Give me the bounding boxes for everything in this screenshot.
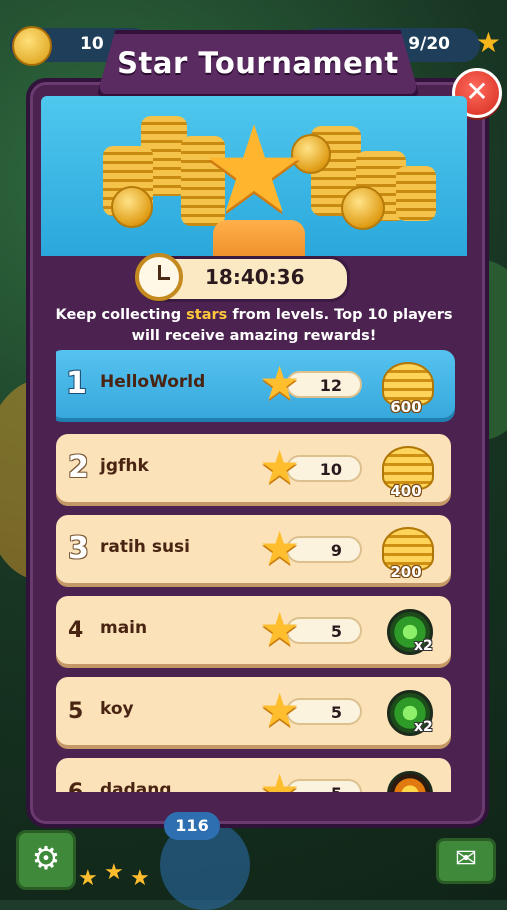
trophy-star-icon: ★ — [200, 101, 308, 240]
rank-number: 3 — [68, 531, 89, 566]
leaderboard-list[interactable]: 1 HelloWorld 12 ★ 600 2 jgfhk 10 ★ 400 3… — [56, 350, 456, 792]
score-value: 5 — [330, 703, 342, 722]
reward-multiplier: x2 — [414, 638, 433, 654]
rank-number: 6 — [68, 780, 83, 792]
countdown-timer: 18:40:36 — [135, 253, 350, 302]
player-name: dadang — [100, 780, 172, 792]
star-icon: ★ — [104, 860, 124, 885]
star-icon: ★ — [130, 866, 150, 891]
player-name: jgfhk — [100, 456, 149, 476]
star-icon: ★ — [259, 683, 301, 737]
tournament-banner: ★ — [41, 96, 467, 256]
player-name: HelloWorld — [100, 372, 206, 392]
leaderboard-row-5[interactable]: 5 koy 5 ★ x2 — [56, 677, 451, 745]
modal-title: Star Tournament — [117, 46, 399, 80]
reward-amount: 600 — [390, 398, 422, 416]
score-value: 12 — [319, 376, 342, 395]
gear-icon: ⚙ — [31, 839, 61, 877]
leaderboard-row-4[interactable]: 4 main 5 ★ x2 — [56, 596, 451, 664]
coin-icon — [12, 26, 52, 66]
tournament-description: Keep collecting stars from levels. Top 1… — [55, 307, 453, 344]
player-name: main — [100, 618, 148, 638]
reward-coins: 200 — [376, 519, 436, 581]
score-value: 10 — [319, 460, 342, 479]
score-value: 5 — [331, 784, 342, 792]
star-icon: ★ — [259, 356, 301, 410]
bomb-booster-icon — [387, 771, 433, 792]
player-name: koy — [100, 699, 134, 719]
timer-value: 18:40:36 — [205, 265, 305, 289]
star-icon: ★ — [259, 440, 301, 494]
mail-icon: ✉ — [455, 844, 477, 874]
modal-title-plaque: Star Tournament — [96, 30, 420, 98]
star-icon: ★ — [259, 602, 301, 656]
reward-coins: 400 — [376, 438, 436, 500]
leaderboard-row-1[interactable]: 1 HelloWorld 12 ★ 600 — [56, 350, 455, 418]
reward-amount: 200 — [390, 563, 422, 581]
reward-multiplier: x2 — [414, 719, 433, 735]
clock-icon — [135, 253, 183, 301]
rank-number: 1 — [66, 366, 87, 401]
settings-button[interactable]: ⚙ — [16, 830, 76, 890]
leaderboard-row-6[interactable]: 6 dadang 5 ★ — [56, 758, 451, 792]
highlight-stars: stars — [186, 307, 228, 323]
level-badge: 116 — [164, 812, 220, 840]
player-name: ratih susi — [100, 537, 190, 557]
reward-coins: 600 — [376, 354, 436, 416]
reward-amount: 400 — [390, 482, 422, 500]
mail-button[interactable]: ✉ — [436, 838, 496, 884]
star-icon: ★ — [78, 866, 98, 891]
stars-progress: 9/20 — [408, 34, 450, 54]
rank-number: 2 — [68, 450, 89, 485]
rank-number: 4 — [68, 618, 84, 643]
leaderboard-row-2[interactable]: 2 jgfhk 10 ★ 400 — [56, 434, 451, 502]
score-value: 9 — [330, 541, 342, 560]
star-icon: ★ — [259, 521, 301, 575]
score-value: 5 — [330, 622, 342, 641]
coins-value: 10 — [80, 34, 104, 54]
leaderboard-row-3[interactable]: 3 ratih susi 9 ★ 200 — [56, 515, 451, 583]
rank-number: 5 — [68, 699, 84, 724]
star-icon: ★ — [259, 764, 301, 792]
star-icon: ★ — [475, 26, 501, 59]
